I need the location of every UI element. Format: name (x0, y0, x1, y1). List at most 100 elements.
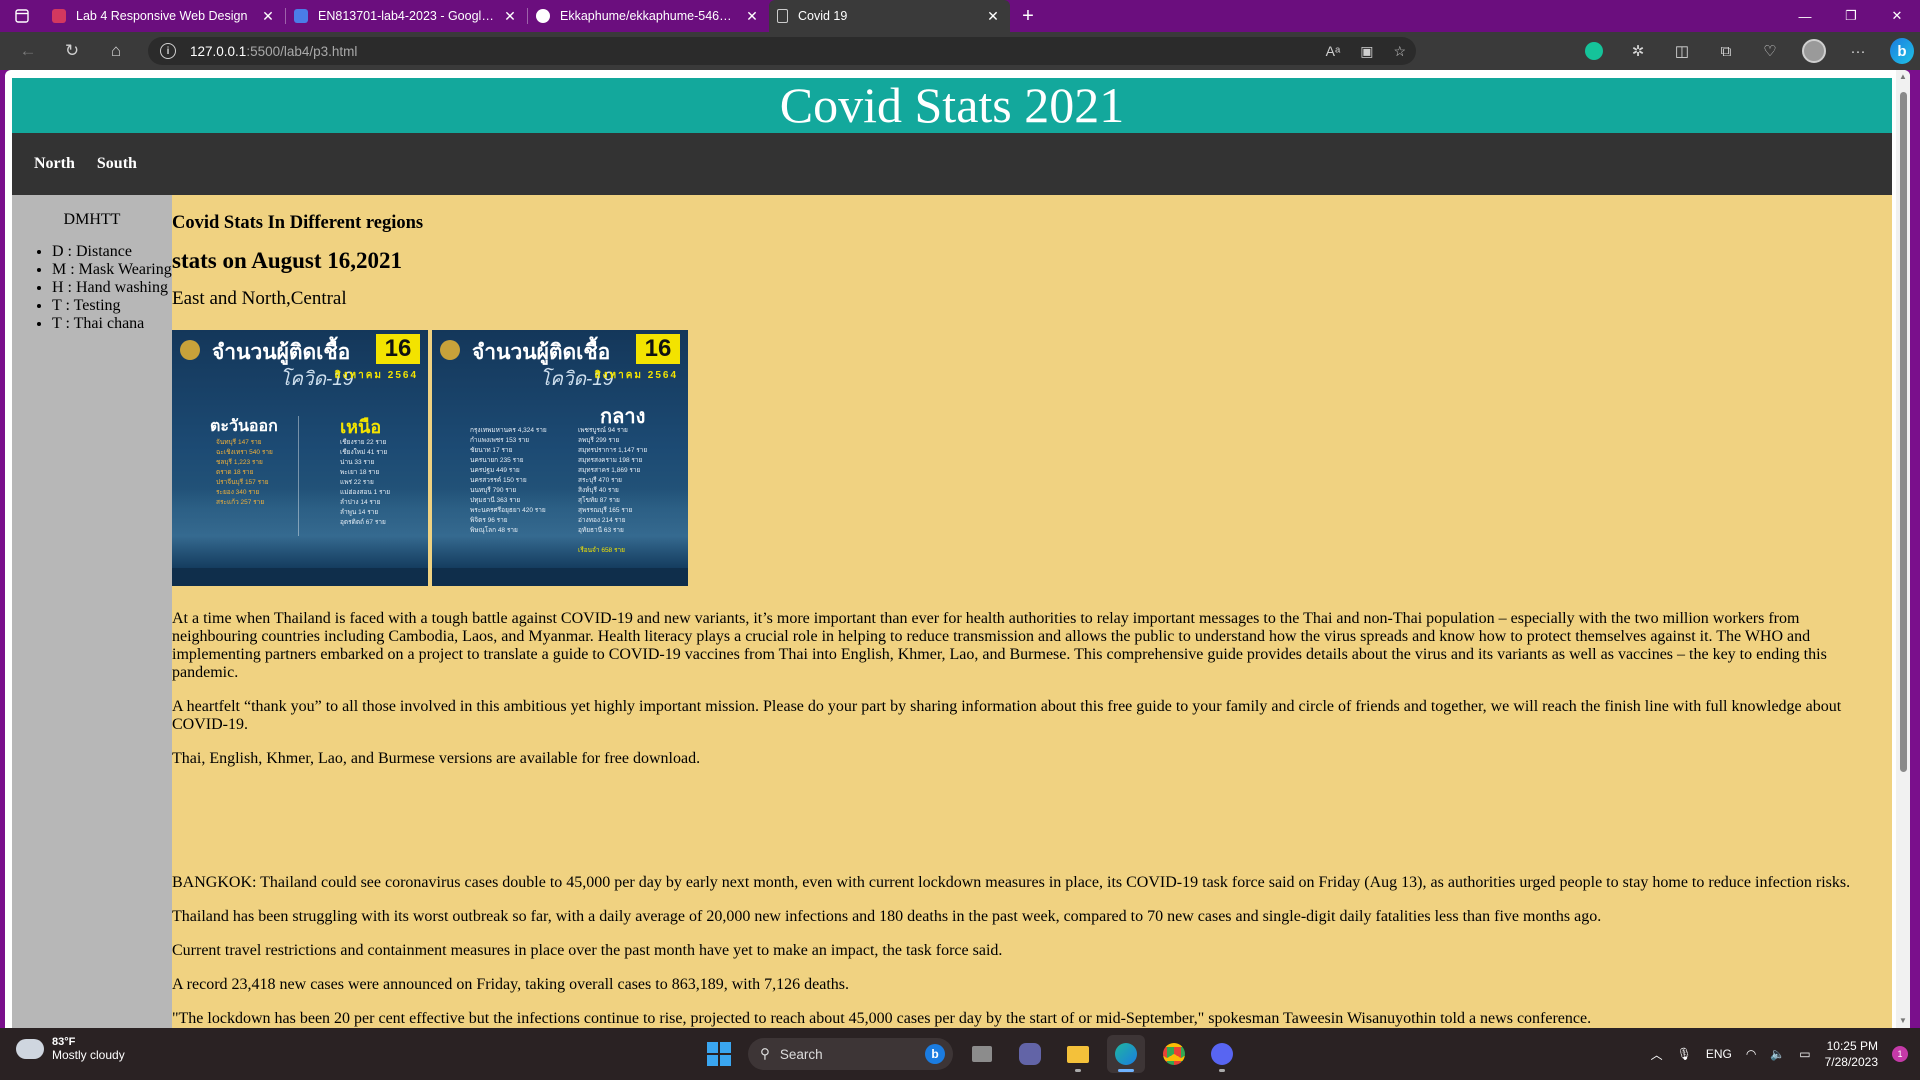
article-paragraph: At a time when Thailand is faced with a … (172, 610, 1827, 681)
infographic-footer (432, 568, 688, 586)
extensions-icon[interactable]: ✲ (1626, 39, 1650, 63)
file-explorer-icon[interactable] (1059, 1035, 1097, 1073)
close-tab-icon[interactable]: ✕ (501, 8, 519, 25)
microphone-icon[interactable]: 🎙 (1677, 1047, 1692, 1061)
article-paragraph: A heartfelt “thank you” to all those inv… (172, 698, 1842, 733)
page-viewport: Covid Stats 2021 North South DMHTT D : D… (5, 70, 1910, 1028)
address-bar[interactable]: i 127.0.0.1:5500/lab4/p3.html Aᵃ ▣ ☆ (148, 37, 1416, 65)
close-tab-icon[interactable]: ✕ (259, 8, 277, 25)
list-item: T : Thai chana (52, 315, 172, 333)
infographic-year: สิงหาคม 2564 (334, 370, 418, 381)
site-body: DMHTT D : Distance M : Mask Wearing H : … (12, 195, 1892, 1028)
tab-lab4[interactable]: Lab 4 Responsive Web Design ✕ (44, 0, 285, 32)
north-province-list: เชียงราย 22 ราย เชียงใหม่ 41 ราย น่าน 33… (340, 438, 420, 528)
province-row: พระนครศรีอยุธยา 420 ราย (470, 507, 546, 514)
tab-title: Ekkaphume/ekkaphume-5462-w (560, 9, 737, 23)
province-row: อุตรดิตถ์ 67 ราย (340, 519, 386, 526)
search-icon: ⚲ (760, 1046, 770, 1061)
window-controls: — ❐ ✕ (1782, 0, 1920, 32)
province-row: สระแก้ว 257 ราย (216, 499, 265, 506)
tab-title: Lab 4 Responsive Web Design (76, 9, 248, 23)
restore-icon[interactable]: ❐ (1828, 0, 1874, 32)
province-row: ลำปาง 14 ราย (340, 499, 381, 506)
vertical-scrollbar[interactable]: ▲ ▼ (1896, 70, 1910, 1028)
refresh-icon[interactable]: ↻ (50, 32, 94, 70)
province-row: ชัยนาท 17 ราย (470, 447, 513, 454)
teams-icon[interactable] (1011, 1035, 1049, 1073)
chrome-icon[interactable] (1155, 1035, 1193, 1073)
list-item: H : Hand washing (52, 279, 172, 297)
province-row: ตราด 18 ราย (216, 469, 254, 476)
province-row: แม่ฮ่องสอน 1 ราย (340, 489, 391, 496)
close-window-icon[interactable]: ✕ (1874, 0, 1920, 32)
infographic-central: จำนวนผู้ติดเชื้อ 16 โควิด-19 สิงหาคม 256… (432, 330, 688, 586)
province-row (578, 536, 678, 546)
province-row: ชลบุรี 1,223 ราย (216, 459, 263, 466)
github-icon (536, 9, 550, 23)
province-row: ปทุมธานี 363 ราย (470, 497, 521, 504)
site-info-icon[interactable]: i (160, 43, 176, 59)
volume-icon[interactable]: 🔈 (1770, 1047, 1785, 1061)
taskbar-search[interactable]: ⚲ Search b (748, 1038, 953, 1070)
edge-icon[interactable] (1107, 1035, 1145, 1073)
scroll-down-icon[interactable]: ▼ (1898, 1016, 1908, 1026)
weather-widget[interactable]: 83°F Mostly cloudy (12, 1033, 125, 1062)
read-aloud-icon[interactable]: Aᵃ (1326, 43, 1341, 59)
toolbar-right-icons: ✲ ◫ ⧉ ♡ ··· b (1582, 32, 1914, 70)
system-tray: ︿ 🎙 ENG ◠ 🔈 ▭ 10:25 PM 7/28/2023 1 (1651, 1034, 1908, 1074)
central-province-list-left: กรุงเทพมหานคร 4,324 ราย กำแพงเพชร 153 รา… (470, 426, 560, 536)
article-paragraph: A record 23,418 new cases were announced… (172, 976, 850, 993)
chevron-up-icon[interactable]: ︿ (1651, 1046, 1663, 1063)
province-row: ลพบุรี 299 ราย (578, 437, 620, 444)
article-paragraph: "The lockdown has been 20 per cent effec… (172, 1010, 1592, 1027)
profile-avatar-icon[interactable] (1802, 39, 1826, 63)
close-tab-icon[interactable]: ✕ (984, 8, 1002, 25)
nav-link-north[interactable]: North (34, 155, 75, 173)
language-indicator[interactable]: ENG (1706, 1047, 1732, 1061)
browser-tab-bar: Lab 4 Responsive Web Design ✕ EN813701-l… (0, 0, 1920, 32)
province-row: นครปฐม 449 ราย (470, 467, 520, 474)
province-row: นนทบุรี 790 ราย (470, 487, 517, 494)
bing-icon: b (925, 1044, 945, 1064)
task-view-icon[interactable] (963, 1035, 1001, 1073)
province-row: ฉะเชิงเทรา 540 ราย (216, 449, 273, 456)
copilot-icon[interactable]: b (1890, 38, 1914, 64)
nav-link-south[interactable]: South (97, 155, 137, 173)
scroll-up-icon[interactable]: ▲ (1898, 72, 1908, 82)
province-row: แพร่ 22 ราย (340, 479, 374, 486)
minimize-icon[interactable]: — (1782, 0, 1828, 32)
windows-start-icon[interactable] (700, 1035, 738, 1073)
split-screen-icon[interactable]: ◫ (1670, 39, 1694, 63)
battery-icon[interactable]: ▭ (1799, 1047, 1810, 1061)
province-row: ลำพูน 14 ราย (340, 509, 379, 516)
weather-desc: Mostly cloudy (52, 1048, 125, 1062)
province-row: นครสวรรค์ 150 ราย (470, 477, 527, 484)
more-options-icon[interactable]: ··· (1846, 39, 1870, 63)
home-icon[interactable]: ⌂ (94, 32, 138, 70)
province-row: พะเยา 18 ราย (340, 469, 380, 476)
clock[interactable]: 10:25 PM 7/28/2023 (1825, 1038, 1878, 1070)
tab-covid19[interactable]: Covid 19 ✕ (769, 0, 1010, 32)
collections-icon[interactable]: ⧉ (1714, 39, 1738, 63)
browser-essentials-icon[interactable]: ♡ (1758, 39, 1782, 63)
tab-title: EN813701-lab4-2023 - Google D (318, 9, 495, 23)
scrollbar-thumb[interactable] (1900, 92, 1907, 772)
province-row: สมุทรสงคราม 198 ราย (578, 457, 643, 464)
province-row: สระบุรี 470 ราย (578, 477, 622, 484)
tab-actions-icon[interactable] (0, 0, 44, 32)
favorite-star-icon[interactable]: ☆ (1393, 43, 1406, 60)
app-available-icon[interactable]: ▣ (1360, 43, 1373, 60)
tab-google-docs[interactable]: EN813701-lab4-2023 - Google D ✕ (286, 0, 527, 32)
wifi-icon[interactable]: ◠ (1746, 1047, 1756, 1061)
grammarly-icon[interactable] (1582, 39, 1606, 63)
new-tab-icon[interactable]: + (1010, 5, 1046, 28)
notification-badge[interactable]: 1 (1892, 1046, 1908, 1062)
page-icon (777, 9, 788, 23)
dmhtt-list: D : Distance M : Mask Wearing H : Hand w… (12, 243, 172, 333)
tab-github[interactable]: Ekkaphume/ekkaphume-5462-w ✕ (528, 0, 769, 32)
back-icon[interactable]: ← (6, 32, 50, 70)
weather-text: 83°F Mostly cloudy (52, 1036, 125, 1062)
close-tab-icon[interactable]: ✕ (743, 8, 761, 25)
province-row: ระยอง 340 ราย (216, 489, 260, 496)
discord-icon[interactable] (1203, 1035, 1241, 1073)
